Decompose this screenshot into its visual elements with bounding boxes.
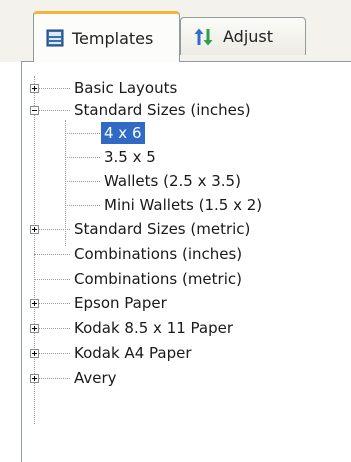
tab-content-area: Basic Layouts Standard Sizes (inches) 4 … xyxy=(21,61,351,462)
tree-item-label: Standard Sizes (inches) xyxy=(74,101,251,119)
tree-item-kodak-a4-paper[interactable]: Kodak A4 Paper xyxy=(22,342,342,364)
tree-connector xyxy=(34,279,70,280)
tree-item-basic-layouts[interactable]: Basic Layouts xyxy=(22,77,342,99)
tree-connector xyxy=(34,88,70,89)
tab-bar: Templates Adjust xyxy=(0,0,351,62)
tree-connector xyxy=(34,110,70,111)
tree-item-mini-wallets[interactable]: Mini Wallets (1.5 x 2) xyxy=(22,194,342,216)
tree-item-label: 4 x 6 xyxy=(101,122,145,144)
expand-icon[interactable] xyxy=(30,84,39,93)
tree-item-label: Kodak A4 Paper xyxy=(74,344,192,362)
tree-connector xyxy=(34,353,70,354)
tab-adjust[interactable]: Adjust xyxy=(180,17,306,55)
tree-item-label: Combinations (metric) xyxy=(74,270,242,288)
tree-connector xyxy=(34,229,70,230)
tree-connector xyxy=(65,205,100,206)
tree-item-label: Combinations (inches) xyxy=(74,245,243,263)
template-tree[interactable]: Basic Layouts Standard Sizes (inches) 4 … xyxy=(22,62,351,462)
tree-item-label: 3.5 x 5 xyxy=(104,148,156,166)
tree-item-label: Standard Sizes (metric) xyxy=(74,220,251,238)
tree-item-wallets[interactable]: Wallets (2.5 x 3.5) xyxy=(22,170,342,192)
tree-connector xyxy=(65,181,100,182)
tree-item-combinations-inches[interactable]: Combinations (inches) xyxy=(22,243,342,265)
tree-item-epson-paper[interactable]: Epson Paper xyxy=(22,292,342,314)
tab-adjust-label: Adjust xyxy=(223,27,274,46)
tree-item-label: Kodak 8.5 x 11 Paper xyxy=(74,319,234,337)
tree-connector xyxy=(65,157,100,158)
expand-icon[interactable] xyxy=(30,374,39,383)
collapse-icon[interactable] xyxy=(30,106,39,115)
tree-item-combinations-metric[interactable]: Combinations (metric) xyxy=(22,268,342,290)
tree-connector xyxy=(34,303,70,304)
tree-item-avery[interactable]: Avery xyxy=(22,367,342,389)
expand-icon[interactable] xyxy=(30,324,39,333)
expand-icon[interactable] xyxy=(30,225,39,234)
tree-connector xyxy=(34,254,70,255)
expand-icon[interactable] xyxy=(30,349,39,358)
tree-connector xyxy=(34,328,70,329)
tree-item-label: Epson Paper xyxy=(74,294,167,312)
tree-item-label: Mini Wallets (1.5 x 2) xyxy=(104,196,263,214)
tree-item-3-5x5[interactable]: 3.5 x 5 xyxy=(22,146,342,168)
tree-item-kodak-8-5x11-paper[interactable]: Kodak 8.5 x 11 Paper xyxy=(22,317,342,339)
tree-item-label: Wallets (2.5 x 3.5) xyxy=(104,172,241,190)
tree-item-standard-sizes-inches[interactable]: Standard Sizes (inches) xyxy=(22,99,342,121)
expand-icon[interactable] xyxy=(30,299,39,308)
tree-item-4x6[interactable]: 4 x 6 xyxy=(22,122,342,144)
tab-templates[interactable]: Templates xyxy=(33,11,180,62)
tree-item-standard-sizes-metric[interactable]: Standard Sizes (metric) xyxy=(22,218,342,240)
tree-connector xyxy=(65,133,100,134)
tab-templates-label: Templates xyxy=(72,28,154,48)
adjust-arrows-icon xyxy=(193,27,215,47)
tree-item-label: Avery xyxy=(74,369,117,387)
templates-icon xyxy=(46,29,64,47)
tree-connector xyxy=(34,378,70,379)
templates-panel: Templates Adjust Basic Layouts Standard … xyxy=(0,0,351,462)
tree-item-label: Basic Layouts xyxy=(74,79,178,97)
